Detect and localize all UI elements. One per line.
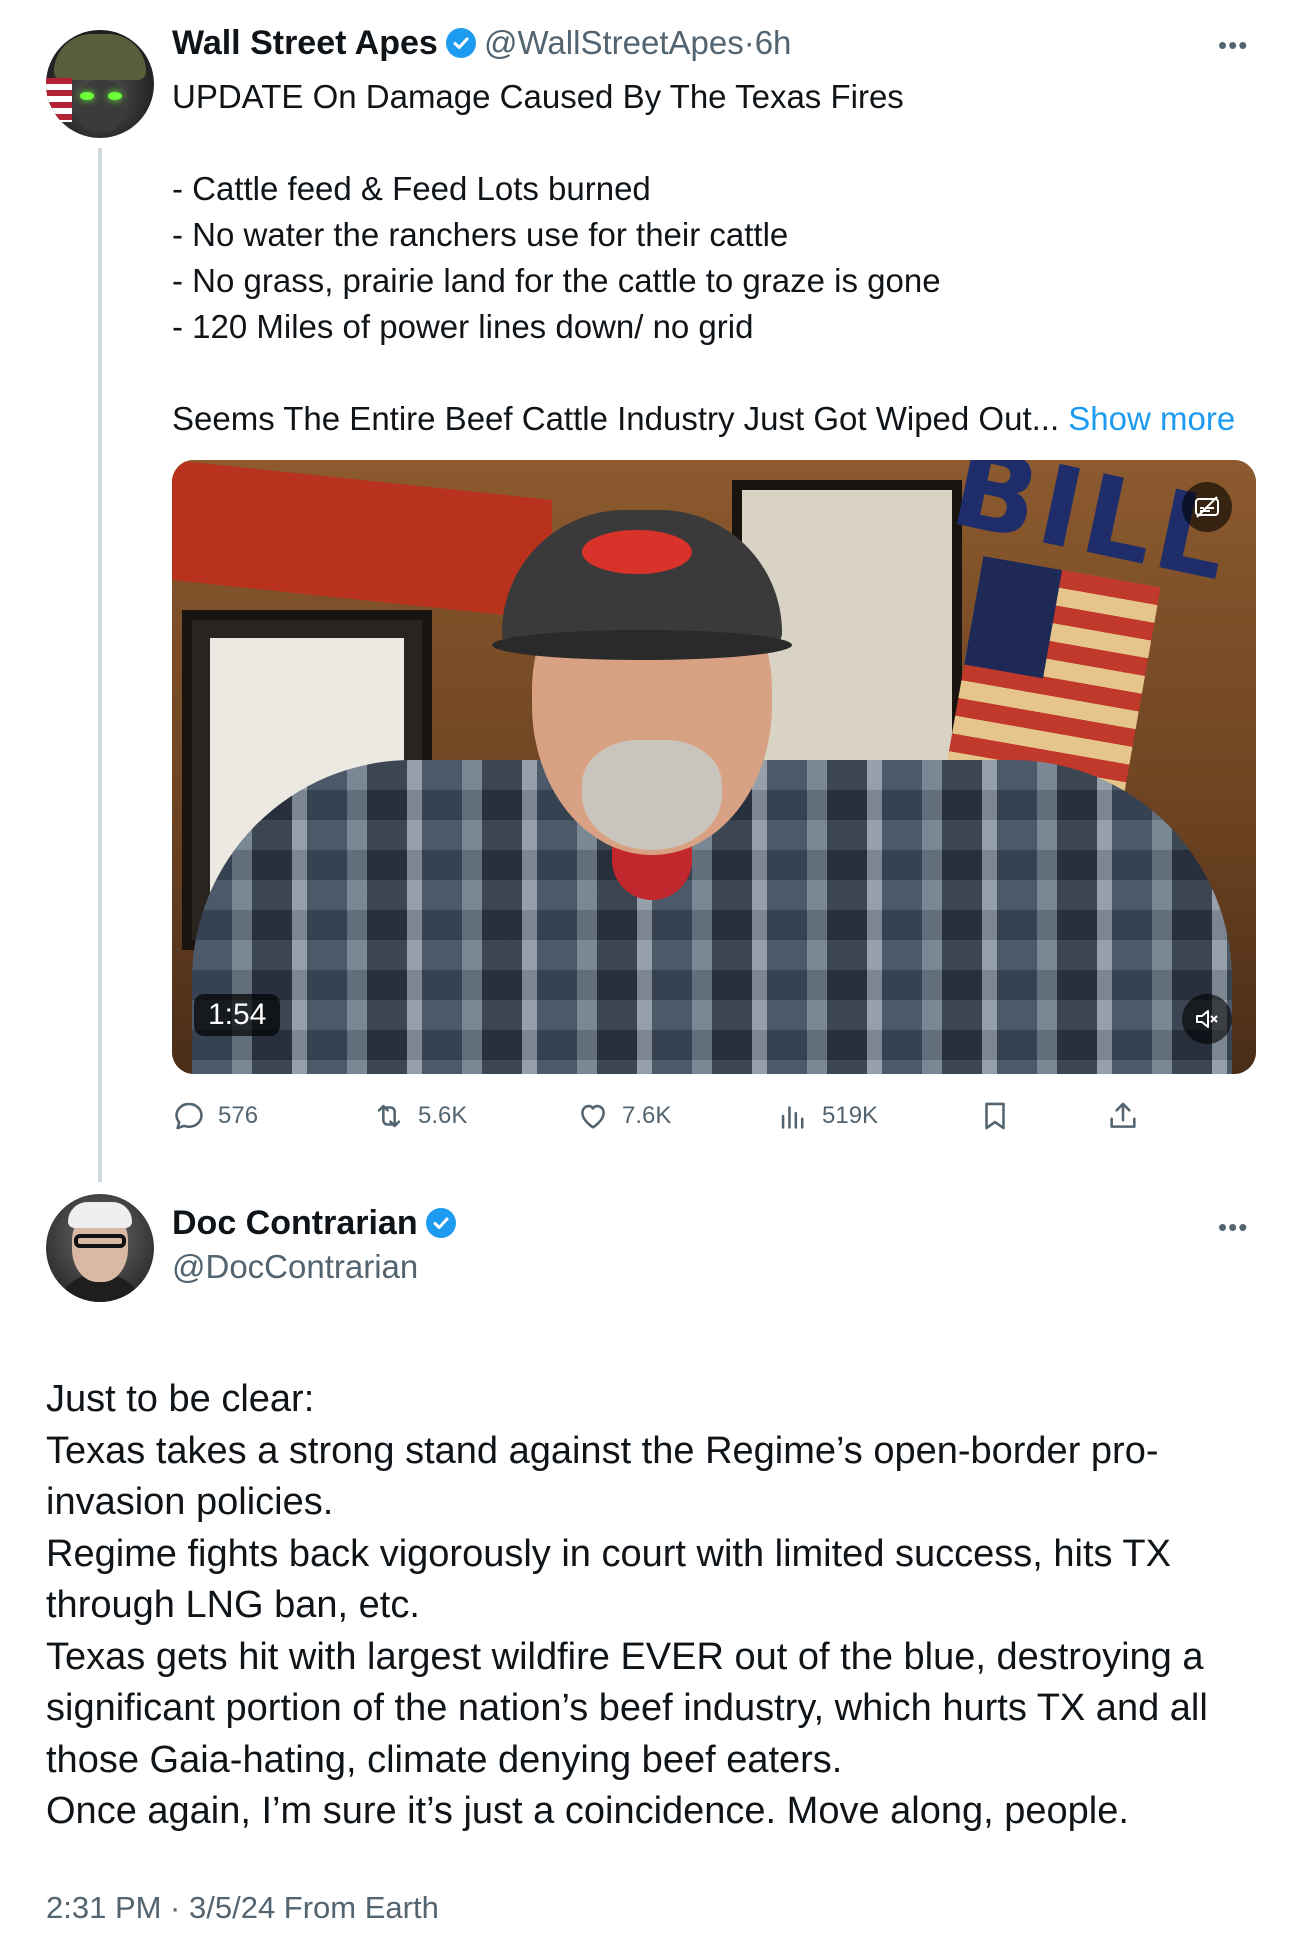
like-button[interactable]: 7.6K xyxy=(576,1096,671,1136)
more-horizontal-icon[interactable]: ••• xyxy=(1218,1212,1248,1243)
repost-button[interactable]: 5.6K xyxy=(372,1096,467,1136)
bookmark-button[interactable] xyxy=(978,1096,1012,1136)
flag-shape xyxy=(46,78,72,122)
verified-badge-icon xyxy=(445,28,476,58)
avatar-wall-street-apes[interactable] xyxy=(46,30,154,138)
repost-count: 5.6K xyxy=(418,1102,468,1129)
views-icon xyxy=(776,1099,810,1133)
video-person-beard xyxy=(582,740,722,850)
author-name[interactable]: Doc Contrarian xyxy=(172,1204,418,1242)
repost-icon xyxy=(372,1099,406,1133)
views-button[interactable]: 519K xyxy=(776,1096,878,1136)
share-button[interactable] xyxy=(1106,1096,1140,1136)
video-player[interactable]: BILL 1:54 xyxy=(172,460,1256,1074)
like-count: 7.6K xyxy=(622,1102,672,1129)
author-handle[interactable]: @DocContrarian xyxy=(172,1248,418,1286)
avatar-doc-contrarian[interactable] xyxy=(46,1194,154,1302)
share-icon xyxy=(1106,1099,1140,1133)
reply-icon xyxy=(172,1099,206,1133)
video-cap-logo xyxy=(582,530,692,574)
captions-icon[interactable] xyxy=(1182,482,1232,532)
reply-button[interactable]: 576 xyxy=(172,1096,258,1136)
quoted-tweet-text: UPDATE On Damage Caused By The Texas Fir… xyxy=(172,74,1262,442)
eye-right-shape xyxy=(108,92,122,100)
thread-line xyxy=(98,148,102,1182)
verified-badge-icon xyxy=(425,1208,456,1238)
text-line: - 120 Miles of power lines down/ no grid xyxy=(172,308,754,345)
video-duration: 1:54 xyxy=(194,994,281,1036)
show-more-link[interactable]: Show more xyxy=(1068,400,1235,437)
text-line: - Cattle feed & Feed Lots burned xyxy=(172,170,651,207)
glasses-shape xyxy=(74,1234,126,1248)
tweet-paragraph: Regime fights back vigorously in court w… xyxy=(46,1532,1171,1627)
text-line-blank xyxy=(172,120,1262,166)
tweet-time[interactable]: 6h xyxy=(755,24,792,61)
helmet-shape xyxy=(54,34,146,80)
text-line-blank xyxy=(172,350,1262,396)
mute-icon[interactable] xyxy=(1182,994,1232,1044)
separator-dot: · xyxy=(743,24,755,61)
tweet-paragraph: Just to be clear: xyxy=(46,1378,315,1420)
text-line-last: Seems The Entire Beef Cattle Industry Ju… xyxy=(172,396,1262,442)
author-name[interactable]: Wall Street Apes xyxy=(172,24,438,62)
tweet-paragraph: Texas takes a strong stand against the R… xyxy=(46,1429,1159,1524)
text-line: - No grass, prairie land for the cattle … xyxy=(172,262,941,299)
main-tweet-text: Just to be clear: Texas takes a strong s… xyxy=(46,1374,1266,1838)
tweet-timestamp[interactable]: 2:31 PM · 3/5/24 From Earth xyxy=(46,1890,439,1926)
reply-count: 576 xyxy=(218,1102,259,1129)
truncated-text: Seems The Entire Beef Cattle Industry Ju… xyxy=(172,400,1060,437)
video-cap-brim xyxy=(492,630,792,660)
ape-face-shape xyxy=(76,80,126,132)
text-line: - No water the ranchers use for their ca… xyxy=(172,216,789,253)
author-handle[interactable]: @WallStreetApes xyxy=(484,24,744,61)
author-name-row: Wall Street Apes xyxy=(172,24,476,63)
author-name-row: Doc Contrarian xyxy=(172,1204,456,1243)
heart-icon xyxy=(576,1099,610,1133)
more-horizontal-icon[interactable]: ••• xyxy=(1218,30,1248,61)
handle-time-row: @WallStreetApes·6h xyxy=(484,24,791,62)
views-count: 519K xyxy=(822,1102,879,1129)
bookmark-icon xyxy=(978,1099,1012,1133)
text-line: UPDATE On Damage Caused By The Texas Fir… xyxy=(172,78,904,115)
tweet-paragraph: Once again, I’m sure it’s just a coincid… xyxy=(46,1790,1129,1832)
tweet-paragraph: Texas gets hit with largest wildfire EVE… xyxy=(46,1635,1208,1781)
hair-shape xyxy=(68,1202,132,1228)
eye-left-shape xyxy=(80,92,94,100)
